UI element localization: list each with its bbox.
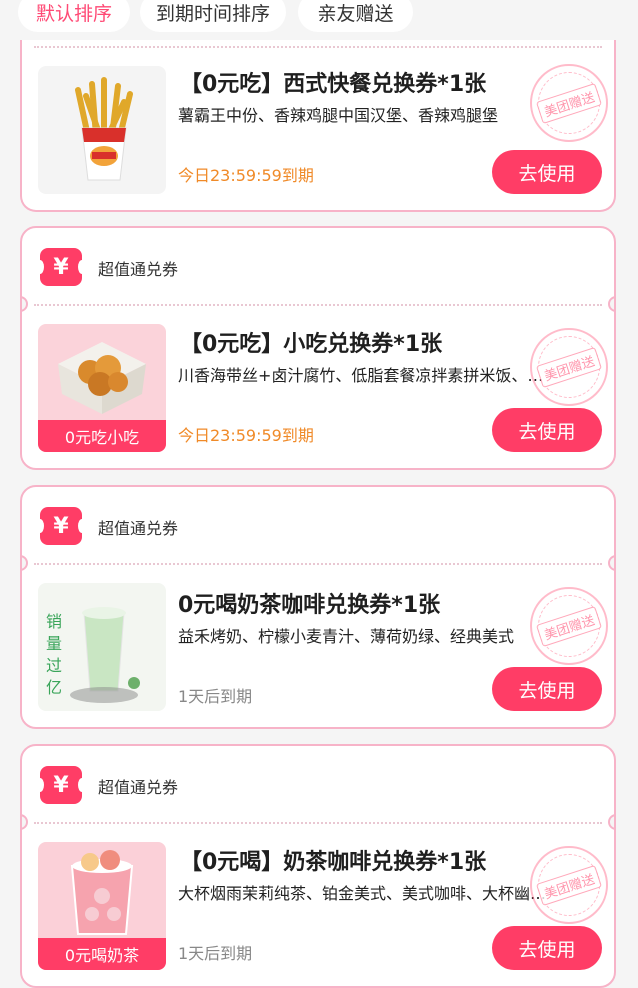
coupon-desc: 大杯烟雨茉莉纯茶、铂金美式、美式咖啡、大杯幽兰... <box>178 884 558 903</box>
thumb-tag: 0元吃小吃 <box>38 420 166 452</box>
coupon-card-3: ¥ 超值通兑券 销量过亿 0元喝奶茶咖啡兑换券*1张 益禾烤奶、柠檬小麦青汁、薄… <box>20 485 616 729</box>
yen-ticket-icon: ¥ <box>36 248 86 286</box>
coupon-expiry: 1天后到期 <box>178 944 253 963</box>
coupon-image-milk-tea: 销量过亿 <box>38 583 166 711</box>
coupon-image-fruit-tea: 0元喝奶茶 <box>38 842 166 970</box>
gift-stamp: 美团赠送 <box>530 328 608 406</box>
card-header: ¥ 超值通兑券 <box>22 228 614 308</box>
coupon-title: 【0元喝】奶茶咖啡兑换券*1张 <box>180 850 487 875</box>
section-label: 超值通兑券 <box>98 519 179 538</box>
coupon-card-1: 【0元吃】西式快餐兑换券*1张 薯霸王中份、香辣鸡腿中国汉堡、香辣鸡腿堡 今日2… <box>20 40 616 212</box>
use-button[interactable]: 去使用 <box>492 408 602 452</box>
card-header: ¥ 超值通兑券 <box>22 746 614 826</box>
coupon-desc: 川香海带丝+卤汁腐竹、低脂套餐凉拌素拼米饭、素... <box>178 366 558 385</box>
coupon-image-fries <box>38 66 166 194</box>
card-header: ¥ 超值通兑券 <box>22 487 614 567</box>
coupon-expiry: 今日23:59:59到期 <box>178 426 314 445</box>
coupon-expiry: 1天后到期 <box>178 687 253 706</box>
tab-expiry-sort[interactable]: 到期时间排序 <box>140 0 286 32</box>
gift-stamp: 美团赠送 <box>530 64 608 142</box>
yen-ticket-icon: ¥ <box>36 507 86 545</box>
gift-stamp: 美团赠送 <box>530 587 608 665</box>
thumb-tag: 0元喝奶茶 <box>38 938 166 970</box>
coupon-title: 【0元吃】小吃兑换券*1张 <box>180 332 443 357</box>
card-divider <box>34 822 602 824</box>
thumb-side-text: 销量过亿 <box>46 612 63 697</box>
yen-ticket-icon: ¥ <box>36 766 86 804</box>
coupon-desc: 益禾烤奶、柠檬小麦青汁、薄荷奶绿、经典美式 <box>178 627 515 646</box>
card-notch <box>608 296 614 312</box>
use-button[interactable]: 去使用 <box>492 926 602 970</box>
card-divider <box>34 563 602 565</box>
card-notch <box>608 814 614 830</box>
section-label: 超值通兑券 <box>98 260 179 279</box>
coupon-desc: 薯霸王中份、香辣鸡腿中国汉堡、香辣鸡腿堡 <box>178 106 499 125</box>
coupon-card-4: ¥ 超值通兑券 0元喝奶茶 【0元喝】奶茶咖啡兑换券*1张 大杯烟雨茉莉纯茶、铂… <box>20 744 616 988</box>
gift-stamp: 美团赠送 <box>530 846 608 924</box>
use-button[interactable]: 去使用 <box>492 150 602 194</box>
coupon-title: 【0元吃】西式快餐兑换券*1张 <box>180 72 487 97</box>
sort-tabs: 默认排序 到期时间排序 亲友赠送 <box>0 0 638 38</box>
tab-default-sort[interactable]: 默认排序 <box>18 0 130 32</box>
coupon-card-2: ¥ 超值通兑券 0元吃小吃 【0元吃】小吃兑换券*1张 川香海带丝+卤汁腐竹、低… <box>20 226 616 470</box>
coupon-image-snack: 0元吃小吃 <box>38 324 166 452</box>
card-notch <box>608 555 614 571</box>
card-divider <box>34 304 602 306</box>
coupon-expiry: 今日23:59:59到期 <box>178 166 314 185</box>
use-button[interactable]: 去使用 <box>492 667 602 711</box>
section-label: 超值通兑券 <box>98 778 179 797</box>
tab-friend-gift[interactable]: 亲友赠送 <box>298 0 413 32</box>
card-divider <box>34 46 602 48</box>
coupon-title: 0元喝奶茶咖啡兑换券*1张 <box>178 593 441 618</box>
